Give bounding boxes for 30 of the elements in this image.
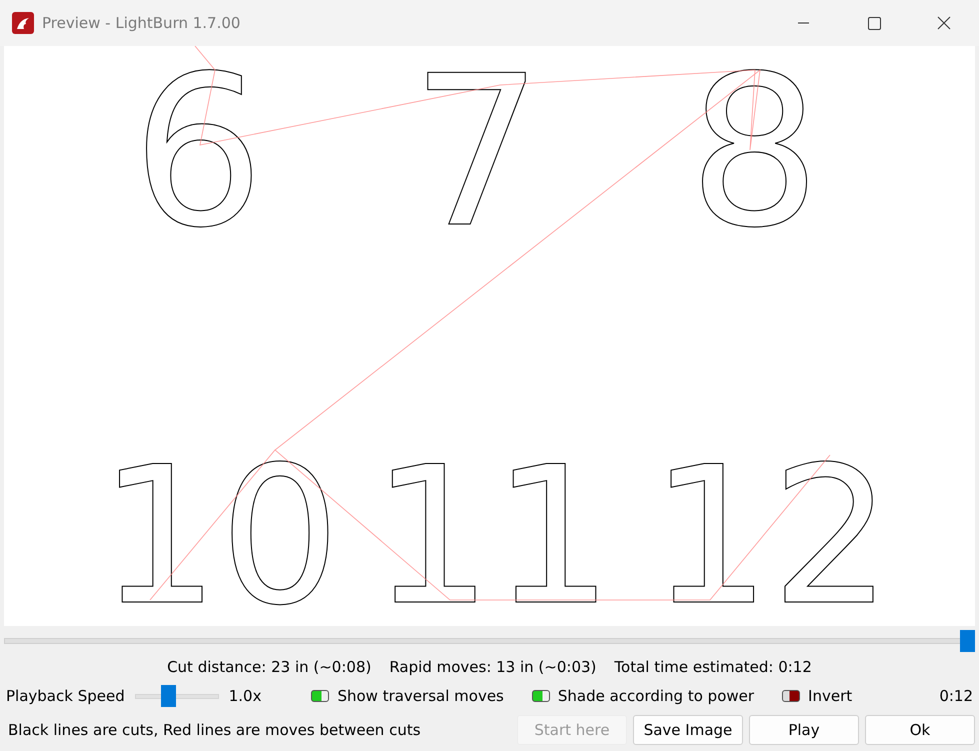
action-button[interactable]: Play	[749, 715, 859, 745]
window-title: Preview - LightBurn 1.7.00	[42, 14, 242, 32]
timeline-slider[interactable]	[4, 630, 975, 652]
outlined-number: 7	[410, 46, 544, 274]
playback-speed-label: Playback Speed	[6, 687, 125, 705]
total-time-text: Total time estimated: 0:12	[614, 658, 812, 676]
timeline-thumb[interactable]	[960, 630, 975, 652]
outlined-number: 11	[372, 426, 614, 626]
action-button[interactable]: Ok	[865, 715, 975, 745]
slider-thumb[interactable]	[161, 685, 176, 707]
elapsed-time: 0:12	[939, 687, 973, 705]
playback-speed-slider[interactable]	[134, 685, 219, 707]
rapid-moves-text: Rapid moves: 13 in (~0:03)	[389, 658, 596, 676]
maximize-button[interactable]	[868, 16, 880, 30]
toggle-label: Shade according to power	[558, 687, 754, 705]
toggle-label: Show traversal moves	[337, 687, 504, 705]
app-logo-icon	[12, 12, 34, 34]
toggle-label: Invert	[808, 687, 852, 705]
toggle-switch[interactable]	[782, 690, 800, 702]
action-button[interactable]: Save Image	[633, 715, 743, 745]
toggle-switch[interactable]	[311, 690, 330, 702]
cut-distance-text: Cut distance: 23 in (~0:08)	[167, 658, 372, 676]
outlined-number: 8	[688, 46, 821, 274]
toggle-switch[interactable]	[532, 690, 550, 702]
close-button[interactable]	[937, 16, 951, 30]
outlined-number: 12	[650, 426, 892, 626]
speed-reading: 1.0x	[228, 687, 262, 705]
legend-text: Black lines are cuts, Red lines are moves between cuts	[8, 721, 422, 739]
outlined-number: 10	[98, 426, 340, 626]
outlined-number: 6	[132, 46, 264, 274]
